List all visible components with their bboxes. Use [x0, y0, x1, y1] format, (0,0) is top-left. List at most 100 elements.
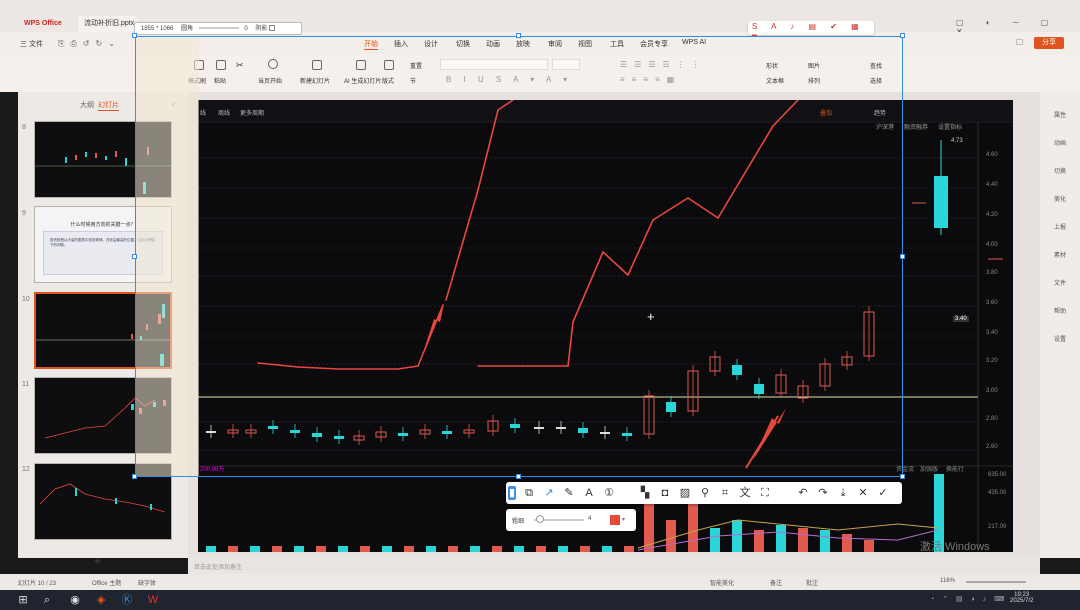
arrow-icon[interactable]: ↗ [542, 486, 556, 500]
slider-thumb[interactable] [536, 515, 544, 523]
font-name-select[interactable] [440, 59, 548, 70]
bottom-tab[interactable]: 加强版 [920, 464, 938, 473]
menu-item[interactable]: 设计 [424, 39, 438, 49]
shape-icon[interactable]: ⧉ [522, 486, 536, 500]
share-button[interactable]: 分享 [1034, 37, 1064, 49]
textbox-button[interactable]: 文本框 [766, 76, 784, 85]
menu-item[interactable]: WPS AI [682, 39, 706, 46]
bottom-tab[interactable]: 换能行 [946, 464, 964, 473]
window-controls[interactable]: ▢ ◐ ─ ▢ ✕ [956, 18, 1066, 36]
add-slide-button[interactable]: + [94, 554, 101, 568]
color-swatch[interactable] [610, 515, 620, 525]
notes-area[interactable]: 单击此处添加备注 [188, 558, 1040, 574]
k-app-icon[interactable]: Ⓚ [120, 593, 134, 607]
resize-handle[interactable] [516, 33, 521, 38]
menu-item[interactable]: 切换 [456, 39, 470, 49]
theme-label[interactable]: Office 主题 [92, 578, 121, 587]
image-button[interactable]: 图片 [808, 61, 820, 70]
shadow-checkbox[interactable] [269, 25, 276, 32]
resize-handle[interactable] [516, 474, 521, 479]
resize-handle[interactable] [900, 33, 905, 38]
app-tab[interactable]: WPS Office [18, 16, 68, 32]
file-menu[interactable]: 三 文件 [20, 39, 43, 49]
paragraph-icons[interactable]: ☰☰☰☰⋮⋮ [620, 60, 707, 69]
section-button[interactable]: 节 [410, 76, 416, 85]
translate-icon[interactable]: 文 [738, 486, 752, 500]
confirm-icon[interactable]: ✓ [876, 486, 890, 500]
stroke-settings-panel[interactable]: 粗细 4 ▾ [506, 509, 636, 531]
resize-handle[interactable] [132, 474, 137, 479]
align-icons[interactable]: ≡≡≡≡▦ [620, 75, 681, 84]
download-icon[interactable]: ⤓ [836, 486, 850, 500]
search-icon[interactable]: ⌕ [40, 593, 54, 607]
mini-toolbar-icons[interactable]: S A ♪ ▤ ✔ ▦ ━ [752, 22, 874, 40]
find-button[interactable]: 查找 [870, 61, 882, 70]
bottom-tab[interactable]: 资金流 [896, 464, 914, 473]
side-tab[interactable]: 融资融券 [904, 122, 928, 131]
ai-slide-button[interactable]: AI 生成幻灯片 [344, 76, 381, 85]
menu-item[interactable]: 开始 [364, 39, 378, 50]
scan-icon[interactable]: ⛶ [758, 486, 772, 500]
arrange-button[interactable]: 排列 [808, 76, 820, 85]
floating-mini-toolbar[interactable]: S A ♪ ▤ ✔ ▦ ━ [748, 21, 874, 40]
notes-button[interactable]: 备注 [770, 578, 782, 587]
windows-start-icon[interactable]: ⊞ [16, 593, 30, 607]
resize-handle[interactable] [900, 474, 905, 479]
menu-item[interactable]: 插入 [394, 39, 408, 49]
menu-item[interactable]: 视图 [578, 39, 592, 49]
menu-item[interactable]: 放映 [516, 39, 530, 49]
drag-icon[interactable]: ▮ [508, 486, 516, 500]
zoom-level[interactable]: 116% [940, 578, 955, 584]
pin-icon[interactable]: ⚲ [698, 486, 712, 500]
cut-icon[interactable]: ✂ [236, 60, 246, 70]
select-button[interactable]: 选择 [870, 76, 882, 85]
app-icon[interactable]: ◈ [94, 593, 108, 607]
color-dropdown-icon[interactable]: ▾ [622, 516, 625, 523]
undo-icon[interactable]: ↶ [796, 486, 810, 500]
period-tab[interactable]: 线 [200, 108, 206, 117]
redo-icon[interactable]: ↷ [816, 486, 830, 500]
zoom-slider[interactable] [966, 581, 1026, 583]
menu-item[interactable]: 工具 [610, 39, 624, 49]
capture-size-bar[interactable]: 1855 * 1066 圆角 0 阴影 [134, 22, 302, 35]
trend-tab[interactable]: 趋势 [874, 108, 886, 117]
blur-icon[interactable]: ◘ [658, 486, 672, 500]
chat-icon[interactable]: ☐ [1016, 38, 1023, 47]
menu-item[interactable]: 审阅 [548, 39, 562, 49]
browser-icon[interactable]: ◉ [68, 593, 82, 607]
wps-taskbar-icon[interactable]: W [146, 593, 160, 607]
menu-item[interactable]: 动画 [486, 39, 500, 49]
outline-tab[interactable]: 大纲 [80, 100, 94, 110]
pen-icon[interactable]: ✎ [562, 486, 576, 500]
tray-icons[interactable]: ◔ ⌃ ▤ ◑ ♪ ⌨ [930, 595, 1007, 603]
resize-handle[interactable] [900, 254, 905, 259]
doc-tab[interactable]: 流动补折旧.pptx [78, 16, 138, 32]
side-tab[interactable]: 设置指标 [938, 122, 962, 131]
slides-tab[interactable]: 幻灯片 [98, 100, 119, 111]
smart-beauty-button[interactable]: 智能美化 [710, 578, 734, 587]
font-size-select[interactable] [552, 59, 580, 70]
resize-handle[interactable] [132, 33, 137, 38]
quick-access-icons[interactable]: ⎘⎙↺↻⌄ [58, 39, 121, 49]
layout-button[interactable]: 版式 [382, 76, 394, 85]
side-tab[interactable]: 沪深港 [876, 122, 894, 131]
new-slide-button[interactable]: 新建幻灯片 [300, 76, 330, 85]
font-format-icons[interactable]: B I U S A ▾ A ▾ [446, 75, 572, 84]
right-tool-list[interactable]: 属性 动画 切换 美化 上报 素材 文件 帮助 设置 [1048, 102, 1072, 354]
text-icon[interactable]: A [582, 486, 596, 500]
font-missing[interactable]: 缺字体 [138, 578, 156, 587]
ocr-icon[interactable]: ⌗ [718, 486, 732, 500]
from-start-button[interactable]: 当页开始 [258, 76, 282, 85]
overlay-tab[interactable]: 叠加 [820, 108, 832, 117]
hatch-icon[interactable]: ▨ [678, 486, 692, 500]
menu-item[interactable]: 会员专享 [640, 39, 668, 49]
period-tab[interactable]: 周线 [218, 108, 230, 117]
comments-button[interactable]: 批注 [806, 578, 818, 587]
annotation-toolbar[interactable]: ▮ ⧉ ↗ ✎ A ① ▚ ◘ ▨ ⚲ ⌗ 文 ⛶ ↶ ↷ ⤓ ✕ ✓ [506, 482, 902, 504]
close-icon[interactable]: ✕ [856, 486, 870, 500]
reset-button[interactable]: 重置 [410, 61, 422, 70]
shape-button[interactable]: 形状 [766, 61, 778, 70]
number-icon[interactable]: ① [602, 486, 616, 500]
corner-slider[interactable] [198, 27, 239, 30]
mosaic-icon[interactable]: ▚ [638, 486, 652, 500]
